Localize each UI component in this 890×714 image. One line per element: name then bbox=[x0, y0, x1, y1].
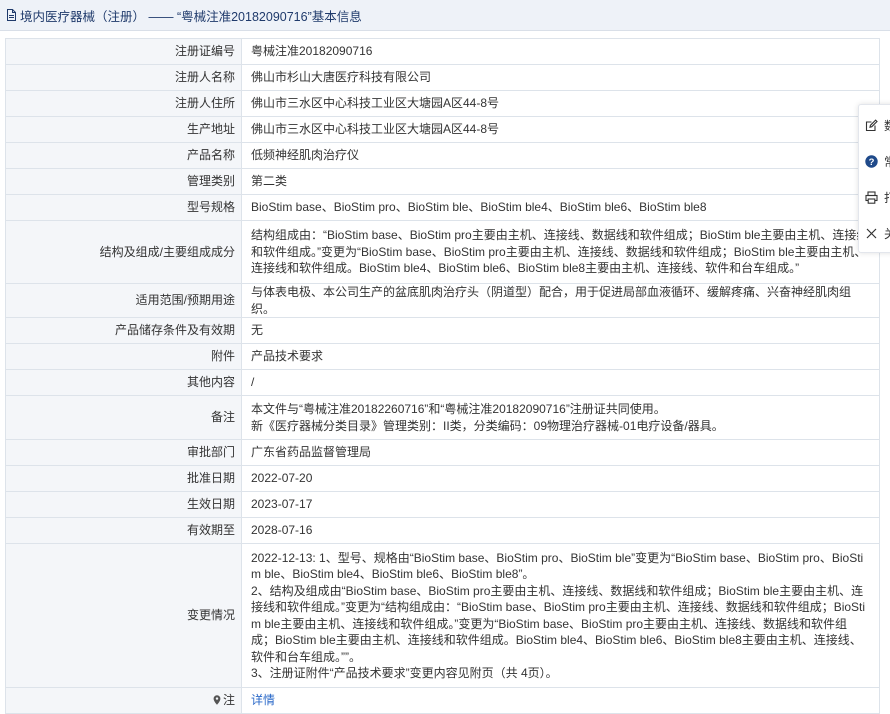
table-row: 生产地址 佛山市三水区中心科技工业区大塘园A区44-8号 bbox=[5, 116, 880, 143]
table-row: 产品储存条件及有效期 无 bbox=[5, 317, 880, 344]
table-row: 生效日期 2023-07-17 bbox=[5, 491, 880, 518]
field-label: 管理类别 bbox=[5, 168, 242, 195]
field-value: 粤械注准20182090716 bbox=[241, 38, 880, 65]
side-action-faq[interactable]: ? 常 bbox=[859, 143, 890, 179]
field-label: 注册人住所 bbox=[5, 90, 242, 117]
table-row: 型号规格 BioStim base、BioStim pro、BioStim bl… bbox=[5, 194, 880, 221]
field-value: / bbox=[241, 369, 880, 396]
details-link[interactable]: 详情 bbox=[251, 693, 275, 707]
table-row: 适用范围/预期用途 与体表电极、本公司生产的盆底肌肉治疗头（阴道型）配合，用于促… bbox=[5, 283, 880, 318]
field-value: 佛山市三水区中心科技工业区大塘园A区44-8号 bbox=[241, 116, 880, 143]
location-pin-icon bbox=[213, 693, 221, 705]
field-value: 佛山市杉山大唐医疗科技有限公司 bbox=[241, 64, 880, 91]
side-action-close[interactable]: 关 bbox=[859, 215, 890, 251]
field-value: 2022-07-20 bbox=[241, 465, 880, 492]
close-icon bbox=[865, 227, 878, 240]
field-value: BioStim base、BioStim pro、BioStim ble、Bio… bbox=[241, 194, 880, 221]
remark-line: 本文件与“粤械注准20182260716”和“粤械注准20182090716”注… bbox=[251, 402, 666, 416]
field-label: 审批部门 bbox=[5, 439, 242, 466]
field-label: 其他内容 bbox=[5, 369, 242, 396]
table-row: 变更情况 2022-12-13: 1、型号、规格由“BioStim base、B… bbox=[5, 543, 880, 688]
table-row: 注册人住所 佛山市三水区中心科技工业区大塘园A区44-8号 bbox=[5, 90, 880, 117]
field-label: 附件 bbox=[5, 343, 242, 370]
print-icon bbox=[865, 190, 878, 204]
field-value: 佛山市三水区中心科技工业区大塘园A区44-8号 bbox=[241, 90, 880, 117]
field-value: 无 bbox=[241, 317, 880, 344]
page-header: 境内医疗器械（注册） —— “粤械注准20182090716”基本信息 bbox=[0, 0, 890, 31]
field-value: 本文件与“粤械注准20182260716”和“粤械注准20182090716”注… bbox=[241, 395, 880, 440]
field-value: 与体表电极、本公司生产的盆底肌肉治疗头（阴道型）配合，用于促进局部血液循环、缓解… bbox=[241, 283, 880, 318]
table-row: 注册人名称 佛山市杉山大唐医疗科技有限公司 bbox=[5, 64, 880, 91]
field-label: 批准日期 bbox=[5, 465, 242, 492]
side-action-data[interactable]: 数 bbox=[859, 107, 890, 143]
field-value: 2022-12-13: 1、型号、规格由“BioStim base、BioSti… bbox=[241, 543, 880, 688]
table-row: 其他内容 / bbox=[5, 369, 880, 396]
page-title: 境内医疗器械（注册） —— “粤械注准20182090716”基本信息 bbox=[20, 9, 362, 24]
field-value: 2023-07-17 bbox=[241, 491, 880, 518]
field-label: 生效日期 bbox=[5, 491, 242, 518]
table-row: 附件 产品技术要求 bbox=[5, 343, 880, 370]
help-icon: ? bbox=[865, 154, 878, 168]
field-label: 型号规格 bbox=[5, 194, 242, 221]
floating-action-panel: 数 ? 常 打 关 bbox=[858, 104, 890, 253]
note-label: 注 bbox=[222, 693, 235, 708]
change-line: 2022-12-13: 1、型号、规格由“BioStim base、BioSti… bbox=[251, 550, 864, 582]
table-row: 结构及组成/主要组成成分 结构组成由：“BioStim base、BioStim… bbox=[5, 220, 880, 284]
field-label: 变更情况 bbox=[5, 543, 242, 688]
field-value: 产品技术要求 bbox=[241, 343, 880, 370]
table-row: 管理类别 第二类 bbox=[5, 168, 880, 195]
document-icon bbox=[6, 9, 17, 21]
field-label: 产品名称 bbox=[5, 142, 242, 169]
field-value: 第二类 bbox=[241, 168, 880, 195]
field-label: 备注 bbox=[5, 395, 242, 440]
change-line: 3、注册证附件“产品技术要求”变更内容见附页（共 4页）。 bbox=[251, 666, 558, 680]
field-value: 详情 bbox=[241, 687, 880, 714]
svg-text:?: ? bbox=[869, 156, 875, 167]
side-action-label: 常 bbox=[884, 153, 890, 170]
edit-icon bbox=[865, 118, 878, 132]
table-row: 注 详情 bbox=[5, 687, 880, 714]
table-row: 有效期至 2028-07-16 bbox=[5, 517, 880, 544]
table-row: 批准日期 2022-07-20 bbox=[5, 465, 880, 492]
field-value: 2028-07-16 bbox=[241, 517, 880, 544]
field-label: 有效期至 bbox=[5, 517, 242, 544]
change-line: 2、结构及组成由“BioStim base、BioStim pro主要由主机、连… bbox=[251, 583, 866, 664]
field-value: 低频神经肌肉治疗仪 bbox=[241, 142, 880, 169]
field-label: 适用范围/预期用途 bbox=[5, 283, 242, 318]
field-label: 产品储存条件及有效期 bbox=[5, 317, 242, 344]
field-value: 广东省药品监督管理局 bbox=[241, 439, 880, 466]
table-row: 产品名称 低频神经肌肉治疗仪 bbox=[5, 142, 880, 169]
field-label: 生产地址 bbox=[5, 116, 242, 143]
table-row: 审批部门 广东省药品监督管理局 bbox=[5, 439, 880, 466]
field-value: 结构组成由：“BioStim base、BioStim pro主要由主机、连接线… bbox=[241, 220, 880, 284]
field-label: 注册人名称 bbox=[5, 64, 242, 91]
field-label: 结构及组成/主要组成成分 bbox=[5, 220, 242, 284]
table-row: 注册证编号 粤械注准20182090716 bbox=[5, 38, 880, 65]
table-row: 备注 本文件与“粤械注准20182260716”和“粤械注准2018209071… bbox=[5, 395, 880, 440]
side-action-label: 打 bbox=[884, 189, 890, 206]
field-label: 注册证编号 bbox=[5, 38, 242, 65]
field-label: 注 bbox=[5, 687, 242, 714]
registration-info-table: 注册证编号 粤械注准20182090716 注册人名称 佛山市杉山大唐医疗科技有… bbox=[5, 38, 880, 714]
side-action-print[interactable]: 打 bbox=[859, 179, 890, 215]
remark-line: 新《医疗器械分类目录》管理类别：II类，分类编码：09物理治疗器械-01电疗设备… bbox=[251, 418, 724, 433]
side-action-label: 数 bbox=[884, 117, 890, 134]
side-action-label: 关 bbox=[884, 225, 890, 242]
